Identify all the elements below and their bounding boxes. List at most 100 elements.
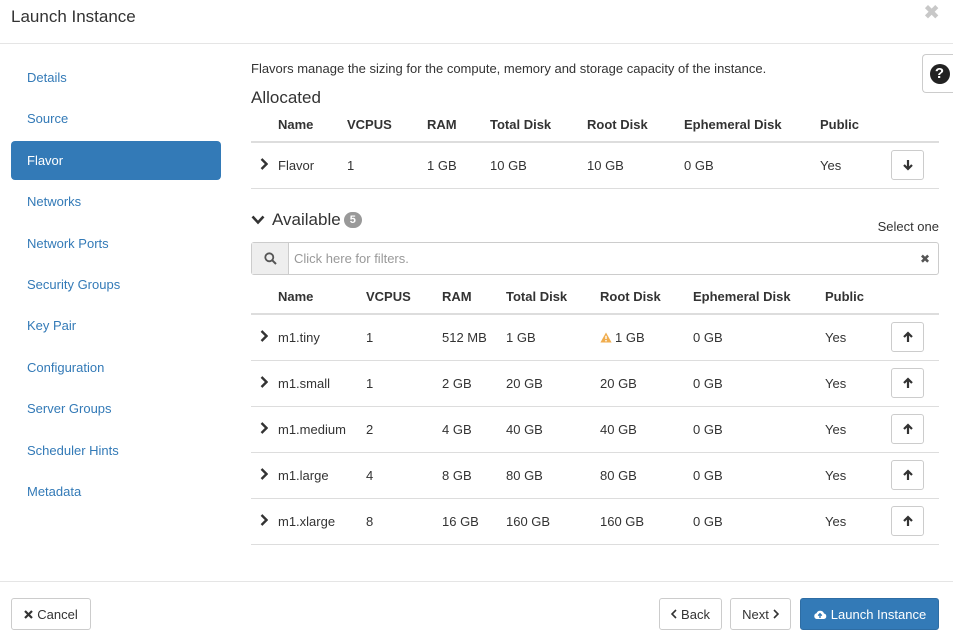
flavor-ram: 4 GB xyxy=(442,405,506,452)
modal-footer: Cancel Back Next Launch Instance xyxy=(0,581,953,637)
nav-item-source[interactable]: Source xyxy=(11,99,221,138)
clear-filter-icon[interactable]: ✖ xyxy=(912,243,938,274)
flavor-ephemeral-disk: 0 GB xyxy=(693,359,825,406)
nav-item-metadata[interactable]: Metadata xyxy=(11,472,221,511)
flavor-vcpus: 1 xyxy=(366,359,442,406)
flavor-name: m1.xlarge xyxy=(278,497,366,545)
nav-item-key-pair[interactable]: Key Pair xyxy=(11,306,221,345)
col-ephemeral-disk: Ephemeral Disk xyxy=(693,289,791,304)
flavor-vcpus: 2 xyxy=(366,405,442,452)
warning-icon xyxy=(600,332,612,343)
allocated-table: Name VCPUS RAM Total Disk Root Disk Ephe… xyxy=(251,108,939,189)
flavor-ephemeral-disk: 0 GB xyxy=(693,497,825,545)
back-button[interactable]: Back xyxy=(659,598,722,630)
filter-input[interactable] xyxy=(289,243,912,274)
flavor-total-disk: 40 GB xyxy=(506,405,600,452)
allocate-button[interactable] xyxy=(891,460,924,490)
flavor-vcpus: 4 xyxy=(366,451,442,498)
nav-item-server-groups[interactable]: Server Groups xyxy=(11,389,221,428)
deallocate-button[interactable] xyxy=(891,150,924,181)
flavor-name: Flavor xyxy=(278,142,347,189)
chevron-right-icon[interactable] xyxy=(251,421,268,434)
nav-item-configuration[interactable]: Configuration xyxy=(11,348,221,387)
flavor-public: Yes xyxy=(825,313,891,360)
allocate-button[interactable] xyxy=(891,414,924,444)
flavor-root-disk: 20 GB xyxy=(600,375,637,391)
flavor-ephemeral-disk: 0 GB xyxy=(693,313,825,360)
cancel-button[interactable]: Cancel xyxy=(11,598,91,630)
col-total-disk: Total Disk xyxy=(506,289,568,304)
flavor-ram: 8 GB xyxy=(442,451,506,498)
flavor-total-disk: 80 GB xyxy=(506,451,600,498)
arrow-up-icon xyxy=(902,331,913,343)
help-icon: ? xyxy=(929,63,950,84)
col-name: Name xyxy=(278,289,314,304)
allocated-header-row: Name VCPUS RAM Total Disk Root Disk Ephe… xyxy=(251,108,939,142)
col-root-disk: Root Disk xyxy=(600,289,661,304)
arrow-up-icon xyxy=(902,515,913,526)
filter-bar: ✖ xyxy=(251,242,939,275)
allocate-button[interactable] xyxy=(891,506,924,536)
cloud-upload-icon xyxy=(814,610,827,619)
flavor-total-disk: 160 GB xyxy=(506,497,600,545)
allocated-title: Allocated xyxy=(251,88,321,107)
close-icon[interactable]: ✖ xyxy=(923,2,940,24)
next-label: Next xyxy=(742,606,769,622)
available-header-row: Name VCPUS RAM Total Disk Root Disk Ephe… xyxy=(251,280,939,314)
table-row: m1.xlarge 8 16 GB 160 GB 160 GB 0 GB Yes xyxy=(251,497,939,545)
search-icon xyxy=(252,243,289,274)
flavor-root-disk-cell: 160 GB xyxy=(600,497,693,545)
chevron-right-icon[interactable] xyxy=(251,467,268,480)
nav-item-networks[interactable]: Networks xyxy=(11,182,221,221)
flavor-root-disk-cell: 20 GB xyxy=(600,359,693,406)
flavor-ram: 2 GB xyxy=(442,359,506,406)
flavor-public: Yes xyxy=(825,451,891,498)
chevron-left-icon xyxy=(671,609,677,619)
col-vcpus: VCPUS xyxy=(366,289,411,304)
nav-item-details[interactable]: Details xyxy=(11,58,221,97)
table-row: Flavor 1 1 GB 10 GB 10 GB 0 GB Yes xyxy=(251,142,939,189)
arrow-up-icon xyxy=(902,423,913,434)
table-row: m1.large 4 8 GB 80 GB 80 GB 0 GB Yes xyxy=(251,451,939,498)
cancel-label: Cancel xyxy=(37,606,78,622)
flavor-ephemeral-disk: 0 GB xyxy=(684,142,820,189)
flavor-root-disk: 10 GB xyxy=(587,142,684,189)
flavor-root-disk: 1 GB xyxy=(615,329,645,345)
flavor-ram: 16 GB xyxy=(442,497,506,545)
nav-item-security-groups[interactable]: Security Groups xyxy=(11,265,221,304)
flavor-root-disk: 80 GB xyxy=(600,467,637,483)
nav-item-scheduler-hints[interactable]: Scheduler Hints xyxy=(11,431,221,470)
available-toggle[interactable]: Available 5 xyxy=(251,210,362,230)
chevron-right-icon[interactable] xyxy=(251,329,268,342)
col-vcpus: VCPUS xyxy=(347,117,392,132)
flavor-public: Yes xyxy=(825,405,891,452)
flavor-public: Yes xyxy=(820,142,891,189)
allocate-button[interactable] xyxy=(891,368,924,398)
next-button[interactable]: Next xyxy=(730,598,791,630)
flavor-vcpus: 1 xyxy=(366,313,442,360)
col-root-disk: Root Disk xyxy=(587,117,648,132)
flavor-root-disk-cell: 1 GB xyxy=(600,313,693,360)
col-ram: RAM xyxy=(427,117,457,132)
flavor-root-disk-cell: 40 GB xyxy=(600,405,693,452)
flavor-name: m1.small xyxy=(278,359,366,406)
flavor-root-disk: 160 GB xyxy=(600,513,645,529)
wizard-nav: Details Source Flavor Networks Network P… xyxy=(11,58,221,513)
chevron-right-icon[interactable] xyxy=(251,157,268,170)
modal-header: Launch Instance ✖ xyxy=(0,0,953,44)
flavor-ephemeral-disk: 0 GB xyxy=(693,451,825,498)
chevron-right-icon[interactable] xyxy=(251,375,268,388)
launch-instance-button[interactable]: Launch Instance xyxy=(800,598,939,630)
col-ephemeral-disk: Ephemeral Disk xyxy=(684,117,782,132)
col-ram: RAM xyxy=(442,289,472,304)
allocate-button[interactable] xyxy=(891,322,924,353)
help-button[interactable]: ? xyxy=(922,54,953,93)
chevron-right-icon[interactable] xyxy=(251,513,268,526)
available-table: Name VCPUS RAM Total Disk Root Disk Ephe… xyxy=(251,280,939,545)
chevron-down-icon xyxy=(251,215,265,225)
nav-item-network-ports[interactable]: Network Ports xyxy=(11,224,221,263)
flavor-ram: 512 MB xyxy=(442,313,506,360)
nav-item-flavor[interactable]: Flavor xyxy=(11,140,221,180)
arrow-down-icon xyxy=(902,160,913,171)
col-name: Name xyxy=(278,117,314,132)
